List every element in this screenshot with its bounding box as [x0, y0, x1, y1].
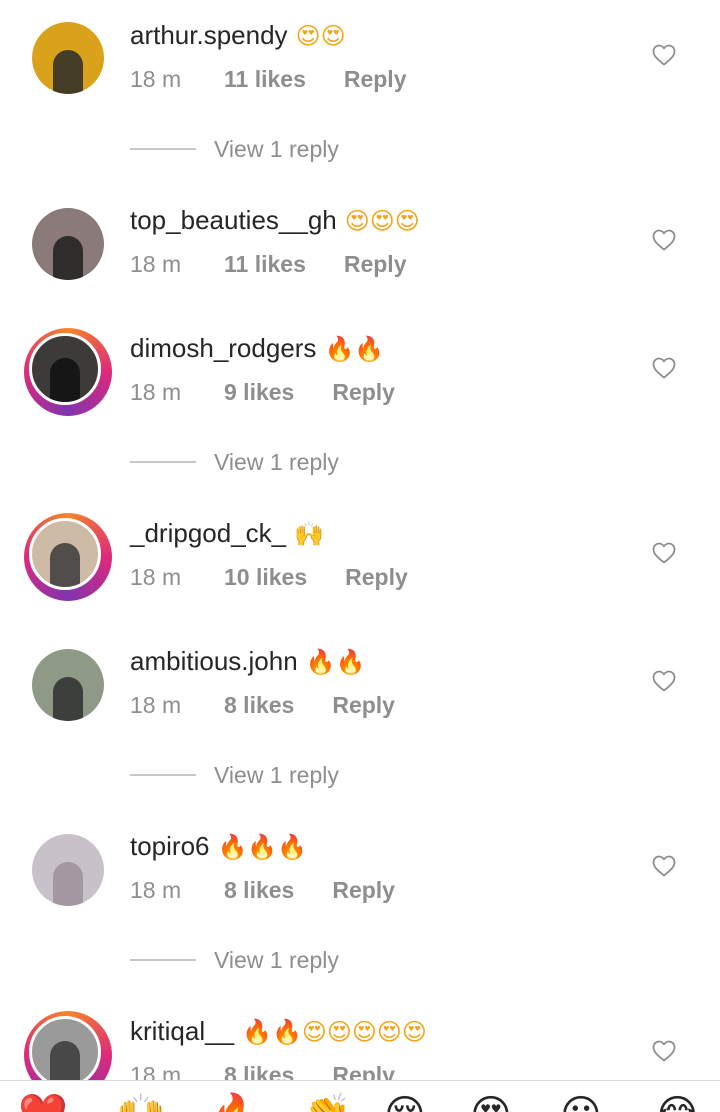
replies-divider-line	[130, 148, 196, 150]
comment-emojis: 😍😍	[295, 22, 346, 50]
username-link[interactable]: _dripgod_ck_	[130, 518, 286, 548]
view-replies-button[interactable]: View 1 reply	[130, 760, 339, 790]
reply-button[interactable]: Reply	[332, 378, 395, 406]
avatar-person-figure	[50, 1041, 80, 1080]
username-link[interactable]: dimosh_rodgers	[130, 333, 316, 363]
reply-button[interactable]: Reply	[345, 563, 408, 591]
likes-count-link[interactable]: 9 likes	[224, 378, 294, 406]
likes-count-link[interactable]: 8 likes	[224, 876, 294, 904]
reply-button[interactable]: Reply	[332, 1061, 395, 1080]
comment-meta: 18 m 11 likes Reply	[130, 250, 407, 278]
like-comment-heart-icon[interactable]	[652, 229, 676, 251]
comment-text: kritiqal__ 🔥🔥😍😍😍😍😍	[130, 1016, 427, 1047]
avatar-person-figure	[53, 50, 83, 94]
replies-divider-line	[130, 959, 196, 961]
like-comment-heart-icon[interactable]	[652, 855, 676, 877]
username-link[interactable]: ambitious.john	[130, 646, 298, 676]
comment-timestamp: 18 m	[130, 877, 182, 903]
comment-text: top_beauties__gh 😍😍😍	[130, 205, 420, 236]
view-replies-button[interactable]: View 1 reply	[130, 945, 339, 975]
likes-count-link[interactable]: 10 likes	[224, 563, 307, 591]
comment-emojis: 😍😍😍	[344, 207, 420, 235]
avatar-person-figure	[53, 236, 83, 280]
avatar-image	[32, 834, 104, 906]
avatar-story-ring[interactable]	[24, 328, 112, 416]
likes-count-link[interactable]: 11 likes	[224, 65, 306, 93]
avatar-image	[29, 518, 101, 590]
comment-text: _dripgod_ck_ 🙌	[130, 518, 324, 549]
comments-list: arthur.spendy 😍😍 18 m 11 likes Reply View 1 r…	[0, 0, 720, 1080]
avatar-image	[29, 1016, 101, 1080]
username-link[interactable]: topiro6	[130, 831, 210, 861]
quick-reaction-emoji-button[interactable]: 😂	[654, 1095, 701, 1112]
quick-reaction-emoji-button[interactable]: 😢	[384, 1095, 426, 1112]
avatar-story-ring[interactable]	[24, 1011, 112, 1080]
emoji-quick-reactions-bar: ❤️ 🙌 🔥 👏 😢 😍 😮 😂	[0, 1080, 720, 1112]
comment-timestamp: 18 m	[130, 379, 182, 405]
quick-reaction-emoji-button[interactable]: 👏	[302, 1095, 352, 1112]
avatar-image	[32, 22, 104, 94]
view-replies-label: View 1 reply	[214, 946, 339, 973]
comment-timestamp: 18 m	[130, 692, 182, 718]
comment-emojis: 🔥🔥😍😍😍😍😍	[242, 1018, 427, 1046]
comment-text: topiro6 🔥🔥🔥	[130, 831, 307, 862]
comment-text: ambitious.john 🔥🔥	[130, 646, 365, 677]
avatar-story-ring[interactable]	[24, 513, 112, 601]
like-comment-heart-icon[interactable]	[652, 357, 676, 379]
like-comment-heart-icon[interactable]	[652, 670, 676, 692]
comment-emojis: 🔥🔥	[305, 648, 366, 676]
view-replies-button[interactable]: View 1 reply	[130, 134, 339, 164]
avatar-person-figure	[53, 862, 83, 906]
comment-meta: 18 m 11 likes Reply	[130, 65, 407, 93]
reply-button[interactable]: Reply	[344, 250, 407, 278]
avatar-image	[32, 649, 104, 721]
avatar[interactable]	[32, 208, 104, 280]
avatar-image	[29, 333, 101, 405]
username-link[interactable]: kritiqal__	[130, 1016, 234, 1046]
comment-emojis: 🙌	[294, 520, 325, 548]
quick-reaction-emoji-button[interactable]: 😍	[470, 1095, 512, 1112]
view-replies-button[interactable]: View 1 reply	[130, 447, 339, 477]
comment-timestamp: 18 m	[130, 1062, 182, 1080]
view-replies-label: View 1 reply	[214, 135, 339, 162]
avatar-person-figure	[50, 543, 80, 587]
reply-button[interactable]: Reply	[344, 65, 407, 93]
like-comment-heart-icon[interactable]	[652, 44, 676, 66]
likes-count-link[interactable]: 8 likes	[224, 691, 294, 719]
quick-reaction-emoji-button[interactable]: ❤️	[18, 1095, 68, 1112]
comment-timestamp: 18 m	[130, 66, 182, 92]
quick-reaction-emoji-button[interactable]: 🔥	[210, 1095, 260, 1112]
replies-divider-line	[130, 461, 196, 463]
quick-reaction-emoji-button[interactable]: 😮	[560, 1095, 602, 1112]
replies-divider-line	[130, 774, 196, 776]
comment-meta: 18 m 8 likes Reply	[130, 691, 395, 719]
reply-button[interactable]: Reply	[332, 876, 395, 904]
avatar-person-figure	[53, 677, 83, 721]
like-comment-heart-icon[interactable]	[652, 542, 676, 564]
avatar[interactable]	[32, 834, 104, 906]
avatar[interactable]	[32, 22, 104, 94]
view-replies-label: View 1 reply	[214, 448, 339, 475]
comment-meta: 18 m 10 likes Reply	[130, 563, 408, 591]
reply-button[interactable]: Reply	[332, 691, 395, 719]
avatar-image	[32, 208, 104, 280]
view-replies-label: View 1 reply	[214, 761, 339, 788]
comment-meta: 18 m 8 likes Reply	[130, 876, 395, 904]
comment-text: arthur.spendy 😍😍	[130, 20, 346, 51]
like-comment-heart-icon[interactable]	[652, 1040, 676, 1062]
comment-timestamp: 18 m	[130, 251, 182, 277]
comment-meta: 18 m 8 likes Reply	[130, 1061, 395, 1080]
quick-reaction-emoji-button[interactable]: 🙌	[116, 1095, 166, 1112]
avatar[interactable]	[32, 649, 104, 721]
comment-emojis: 🔥🔥	[324, 335, 385, 363]
comment-meta: 18 m 9 likes Reply	[130, 378, 395, 406]
username-link[interactable]: top_beauties__gh	[130, 205, 337, 235]
likes-count-link[interactable]: 11 likes	[224, 250, 306, 278]
comment-emojis: 🔥🔥🔥	[217, 833, 308, 861]
comment-text: dimosh_rodgers 🔥🔥	[130, 333, 384, 364]
comment-timestamp: 18 m	[130, 564, 182, 590]
avatar-person-figure	[50, 358, 80, 402]
username-link[interactable]: arthur.spendy	[130, 20, 288, 50]
likes-count-link[interactable]: 8 likes	[224, 1061, 294, 1080]
